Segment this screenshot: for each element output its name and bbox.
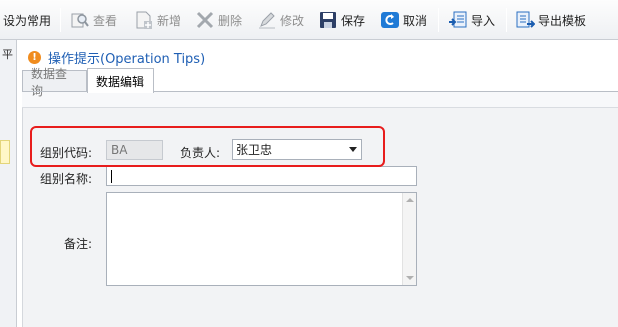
delete-button[interactable]: 删除: [195, 0, 242, 40]
view-icon: [70, 10, 90, 30]
save-label: 保存: [341, 13, 366, 28]
left-strip-marker: [0, 140, 10, 164]
view-button[interactable]: 查看: [70, 0, 117, 40]
save-button[interactable]: 保存: [318, 0, 365, 40]
import-button[interactable]: 导入: [448, 0, 495, 40]
tab-data-query[interactable]: 数据查询: [22, 67, 87, 98]
modify-button[interactable]: 修改: [257, 0, 304, 40]
modify-label: 修改: [280, 13, 305, 28]
remark-label: 备注:: [64, 237, 93, 251]
export-icon: [515, 10, 536, 30]
toolbar: 设为常用 查看 新增 删除 修改 保存 取消 导入 导出模板: [0, 0, 618, 40]
save-icon: [318, 10, 338, 30]
left-strip-label: 平: [2, 48, 13, 61]
add-button[interactable]: 新增: [134, 0, 181, 40]
set-default-button[interactable]: 设为常用: [3, 0, 51, 40]
scroll-down-icon[interactable]: [406, 276, 414, 280]
modify-icon: [257, 10, 277, 30]
warning-icon: !: [28, 51, 41, 64]
cancel-label: 取消: [403, 13, 428, 28]
toolbar-separator: [506, 8, 507, 32]
tab-data-query-label: 数据查询: [31, 66, 68, 98]
delete-icon: [195, 10, 215, 30]
remark-scrollbar[interactable]: [402, 193, 416, 285]
cancel-button[interactable]: 取消: [380, 0, 427, 40]
export-template-button[interactable]: 导出模板: [515, 0, 586, 40]
highlight-annotation-box: [30, 126, 385, 167]
text-caret: [111, 169, 112, 183]
view-label: 查看: [93, 13, 118, 28]
export-template-label: 导出模板: [538, 13, 587, 28]
import-label: 导入: [471, 13, 496, 28]
scroll-up-icon[interactable]: [406, 198, 414, 202]
toolbar-separator: [438, 8, 439, 32]
toolbar-separator: [60, 8, 61, 32]
tab-data-edit-label: 数据编辑: [96, 74, 145, 89]
delete-label: 删除: [218, 13, 243, 28]
tab-data-edit[interactable]: 数据编辑: [87, 68, 154, 93]
undo-icon: [380, 10, 400, 30]
group-name-label: 组别名称:: [40, 172, 93, 186]
panel-header-strip: [22, 92, 618, 108]
import-icon: [448, 10, 468, 30]
set-default-label: 设为常用: [3, 13, 52, 28]
remark-textarea[interactable]: [106, 192, 417, 286]
add-icon: [134, 10, 154, 30]
left-nav-strip[interactable]: 平: [0, 40, 17, 327]
group-name-input[interactable]: [106, 166, 417, 186]
add-label: 新增: [157, 13, 182, 28]
